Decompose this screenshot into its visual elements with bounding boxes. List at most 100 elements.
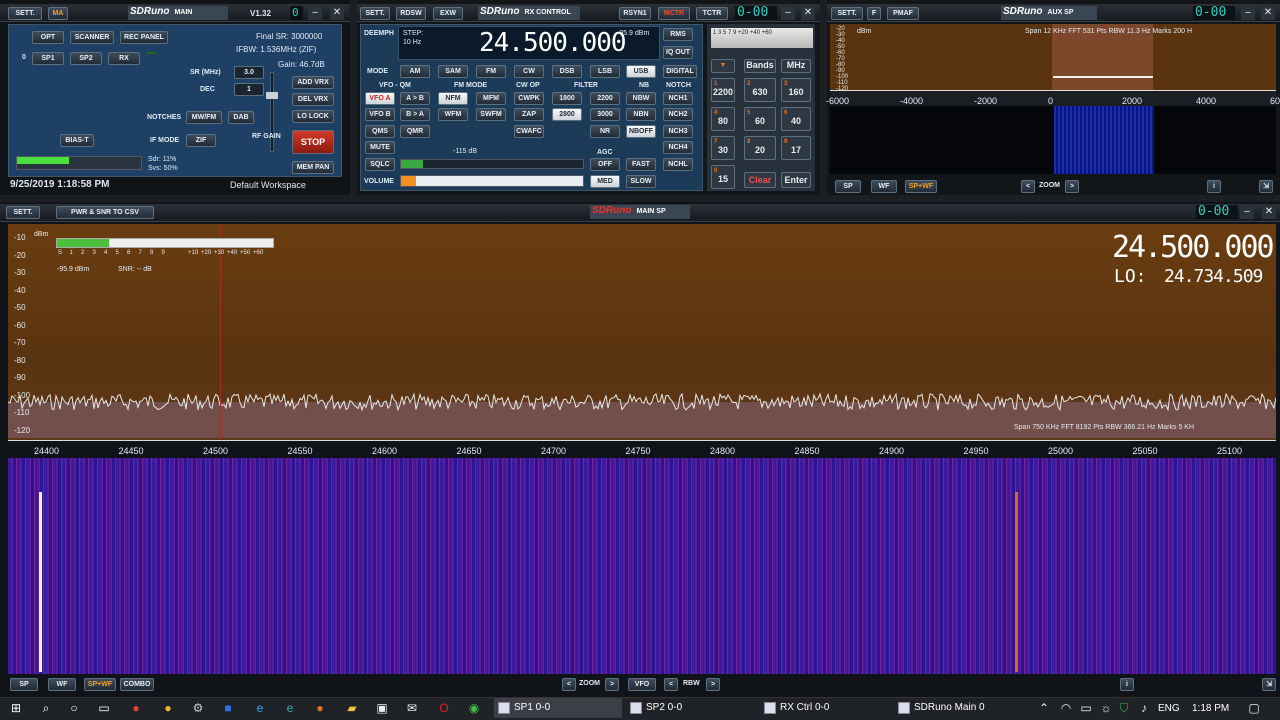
keypad-key-160[interactable]: 160 3 xyxy=(781,78,811,102)
store-icon[interactable]: ▣ xyxy=(374,700,390,716)
keypad-key-20[interactable]: 20 8 xyxy=(744,136,776,160)
pwr-snr-csv-button[interactable]: PWR & SNR TO CSV xyxy=(56,206,154,219)
mem-pan-button[interactable]: MEM PAN xyxy=(292,161,334,174)
squelch-slider[interactable] xyxy=(400,159,584,169)
waterfall[interactable] xyxy=(8,458,1276,674)
opt-button[interactable]: OPT xyxy=(32,31,64,44)
sp-zoom-in-button[interactable]: > xyxy=(605,678,619,691)
vfo-a-button[interactable]: VFO A xyxy=(365,92,395,105)
keypad-key-40[interactable]: 40 6 xyxy=(781,107,811,131)
sp-info-button[interactable]: i xyxy=(1120,678,1134,691)
zif-button[interactable]: ZIF xyxy=(186,134,216,147)
agc-off-button[interactable]: OFF xyxy=(590,158,620,171)
notifications-icon[interactable]: ▢ xyxy=(1246,700,1262,716)
rf-gain-slider-thumb[interactable] xyxy=(266,92,278,99)
rx-active-indicator[interactable] xyxy=(146,52,157,54)
agc-slow-button[interactable]: SLOW xyxy=(626,175,656,188)
main-sp-minimize-button[interactable]: – xyxy=(1240,206,1254,219)
sp-wf-button[interactable]: WF xyxy=(48,678,76,691)
nr-button[interactable]: NR xyxy=(590,125,620,138)
dec-select[interactable]: 1 xyxy=(234,83,264,96)
aux-waterfall[interactable] xyxy=(830,106,1276,174)
cwafc-button[interactable]: CWAFC xyxy=(514,125,544,138)
keypad-key-80[interactable]: 80 4 xyxy=(711,107,735,131)
aux-zoom-in-button[interactable]: > xyxy=(1065,180,1079,193)
qms-button[interactable]: QMS xyxy=(365,125,395,138)
scanner-button[interactable]: SCANNER xyxy=(70,31,114,44)
keypad-key-17[interactable]: 17 9 xyxy=(781,136,811,160)
task-view-icon[interactable]: ▭ xyxy=(96,700,112,716)
battery-icon[interactable]: ▭ xyxy=(1078,700,1094,716)
mctr-button[interactable]: MCTR xyxy=(658,7,690,20)
agc-med-button[interactable]: MED xyxy=(590,175,620,188)
keypad-key-2200[interactable]: 2200 1 xyxy=(711,78,735,102)
tray-chevron-icon[interactable]: ⌃ xyxy=(1036,700,1052,716)
add-vrx-button[interactable]: ADD VRX xyxy=(292,76,334,89)
windows-start-icon[interactable]: ⊞ xyxy=(8,700,24,716)
main-sett-button[interactable]: SETT. xyxy=(8,7,42,20)
tctr-button[interactable]: TCTR xyxy=(696,7,728,20)
filter-2200-button[interactable]: 2200 xyxy=(590,92,620,105)
nbn-button[interactable]: NBN xyxy=(626,108,656,121)
nbw-button[interactable]: NBW xyxy=(626,92,656,105)
filter-2800-button[interactable]: 2800 xyxy=(552,108,582,121)
chrome-icon[interactable]: ● xyxy=(160,700,176,716)
rx-minimize-button[interactable]: – xyxy=(781,7,795,20)
dab-button[interactable]: DAB xyxy=(228,111,254,124)
nboff-button[interactable]: NBOFF xyxy=(626,125,656,138)
sp-combo-button[interactable]: COMBO xyxy=(120,678,154,691)
sp-rbw-up-button[interactable]: > xyxy=(706,678,720,691)
settings-icon[interactable]: ⚙ xyxy=(190,700,206,716)
filter-1800-button[interactable]: 1800 xyxy=(552,92,582,105)
sp-sett-button[interactable]: SETT. xyxy=(6,206,40,219)
sqlc-button[interactable]: SQLC xyxy=(365,158,395,171)
nch1-button[interactable]: NCH1 xyxy=(663,92,693,105)
rx-close-button[interactable]: ✕ xyxy=(801,7,815,20)
zap-button[interactable]: ZAP xyxy=(514,108,544,121)
pmaf-button[interactable]: PMAF xyxy=(887,7,919,20)
sp-rbw-down-button[interactable]: < xyxy=(664,678,678,691)
rf-gain-slider-track[interactable] xyxy=(270,72,274,152)
opera-icon[interactable]: O xyxy=(436,700,452,716)
edge-icon[interactable]: e xyxy=(252,700,268,716)
cortana-icon[interactable]: ○ xyxy=(66,700,82,716)
network-icon[interactable]: ◠ xyxy=(1058,700,1074,716)
bands-button[interactable]: Bands xyxy=(744,59,776,73)
aux-info-button[interactable]: i xyxy=(1207,180,1221,193)
main-minimize-button[interactable]: – xyxy=(308,7,322,20)
b-to-a-button[interactable]: B > A xyxy=(400,108,430,121)
keypad-key-15[interactable]: 15 0 xyxy=(711,165,735,189)
mail-icon[interactable]: ✉ xyxy=(404,700,420,716)
clock[interactable]: 1:18 PM xyxy=(1192,703,1229,714)
aux-resize-button[interactable]: ⇲ xyxy=(1259,180,1273,193)
digital-button[interactable]: DIGITAL xyxy=(663,65,697,78)
aux-zoom-out-button[interactable]: < xyxy=(1021,180,1035,193)
fm-button[interactable]: FM xyxy=(476,65,506,78)
sp1-button[interactable]: SP1 xyxy=(32,52,64,65)
nfm-button[interactable]: NFM xyxy=(438,92,468,105)
biast-button[interactable]: BIAS-T xyxy=(60,134,94,147)
keypad-clear-button[interactable]: Clear xyxy=(744,172,776,188)
dsb-button[interactable]: DSB xyxy=(552,65,582,78)
sp-vfo-button[interactable]: VFO xyxy=(628,678,656,691)
aux-f-button[interactable]: F xyxy=(867,7,881,20)
task-rx-ctrl[interactable]: RX Ctrl 0-0 xyxy=(760,698,888,718)
keypad-key-630[interactable]: 630 2 xyxy=(744,78,776,102)
task-sp2[interactable]: SP2 0-0 xyxy=(626,698,754,718)
firefox-icon[interactable]: ● xyxy=(312,700,328,716)
sr-select[interactable]: 3.0 xyxy=(234,66,264,79)
aux-sett-button[interactable]: SETT. xyxy=(831,7,863,20)
mhz-button[interactable]: MHz xyxy=(781,59,811,73)
browser-icon[interactable]: ● xyxy=(128,700,144,716)
rms-button[interactable]: RMS xyxy=(663,28,693,41)
qmr-button[interactable]: QMR xyxy=(400,125,430,138)
app-icon[interactable]: ■ xyxy=(220,700,236,716)
sp-zoom-out-button[interactable]: < xyxy=(562,678,576,691)
keypad-key-60[interactable]: 60 5 xyxy=(744,107,776,131)
sp-spwf-button[interactable]: SP+WF xyxy=(84,678,116,691)
main-close-button[interactable]: ✕ xyxy=(330,7,344,20)
aux-wf-button[interactable]: WF xyxy=(871,180,897,193)
volume-icon[interactable]: ♪ xyxy=(1136,700,1152,716)
rsyn-button[interactable]: RSYN1 xyxy=(619,7,651,20)
volume-slider[interactable] xyxy=(400,175,584,187)
